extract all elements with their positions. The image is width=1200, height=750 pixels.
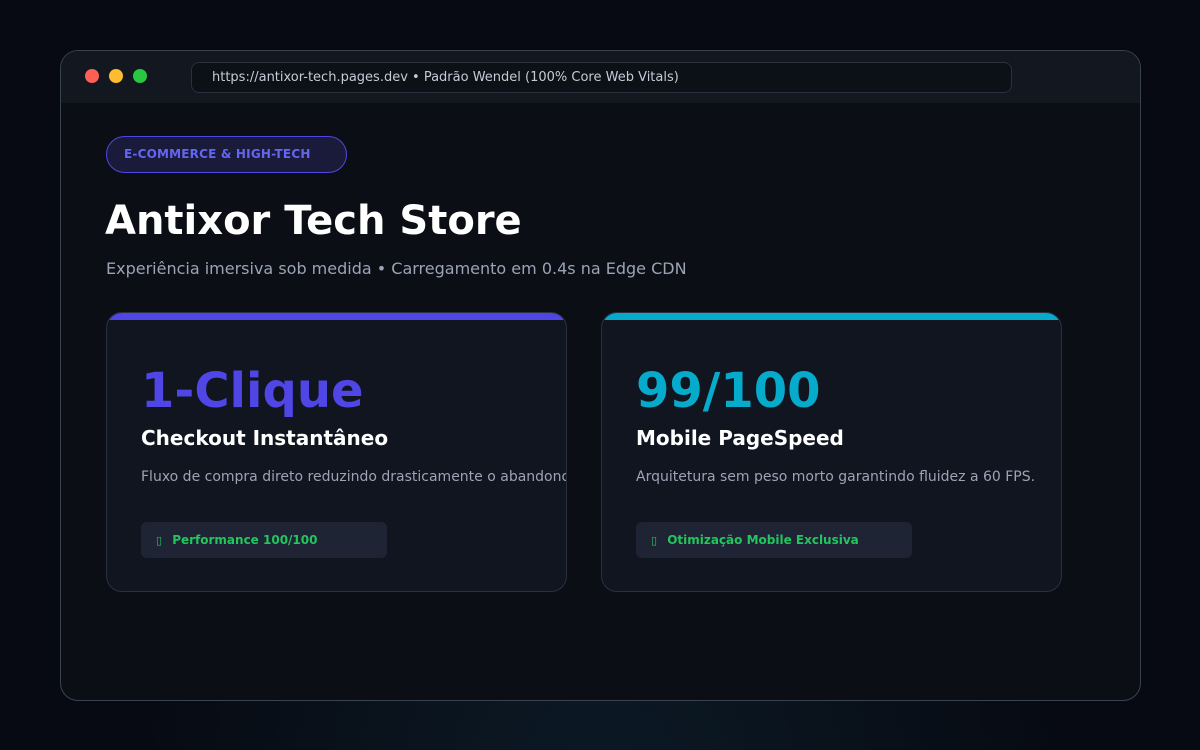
card-description: Arquitetura sem peso morto garantindo fl… [636,469,1036,485]
tag-icon: ▯ [651,534,658,547]
browser-titlebar: https://antixor-tech.pages.dev • Padrão … [61,51,1140,103]
card-title: Checkout Instantâneo [141,426,389,450]
address-bar[interactable]: https://antixor-tech.pages.dev • Padrão … [191,62,1012,93]
maximize-window-button[interactable] [133,69,147,83]
card-title: Mobile PageSpeed [636,426,844,450]
feature-card-checkout: 1-Clique Checkout Instantâneo Fluxo de c… [106,312,567,592]
tag-label: Performance 100/100 [172,533,318,547]
close-window-button[interactable] [85,69,99,83]
card-metric: 99/100 [636,363,821,419]
page-title: Antixor Tech Store [105,198,522,244]
performance-tag: ▯ Performance 100/100 [141,522,387,558]
card-metric: 1-Clique [141,363,364,419]
card-description: Fluxo de compra direto reduzindo drastic… [141,469,567,485]
card-accent-bar [107,313,566,320]
page-subtitle: Experiência imersiva sob medida • Carreg… [106,259,687,278]
card-accent-bar [602,313,1061,320]
minimize-window-button[interactable] [109,69,123,83]
feature-card-pagespeed: 99/100 Mobile PageSpeed Arquitetura sem … [601,312,1062,592]
category-badge: E-COMMERCE & HIGH-TECH [106,136,347,173]
tag-icon: ▯ [156,534,163,547]
browser-window: https://antixor-tech.pages.dev • Padrão … [60,50,1141,701]
mobile-optimization-tag: ▯ Otimização Mobile Exclusiva [636,522,912,558]
tag-label: Otimização Mobile Exclusiva [667,533,859,547]
